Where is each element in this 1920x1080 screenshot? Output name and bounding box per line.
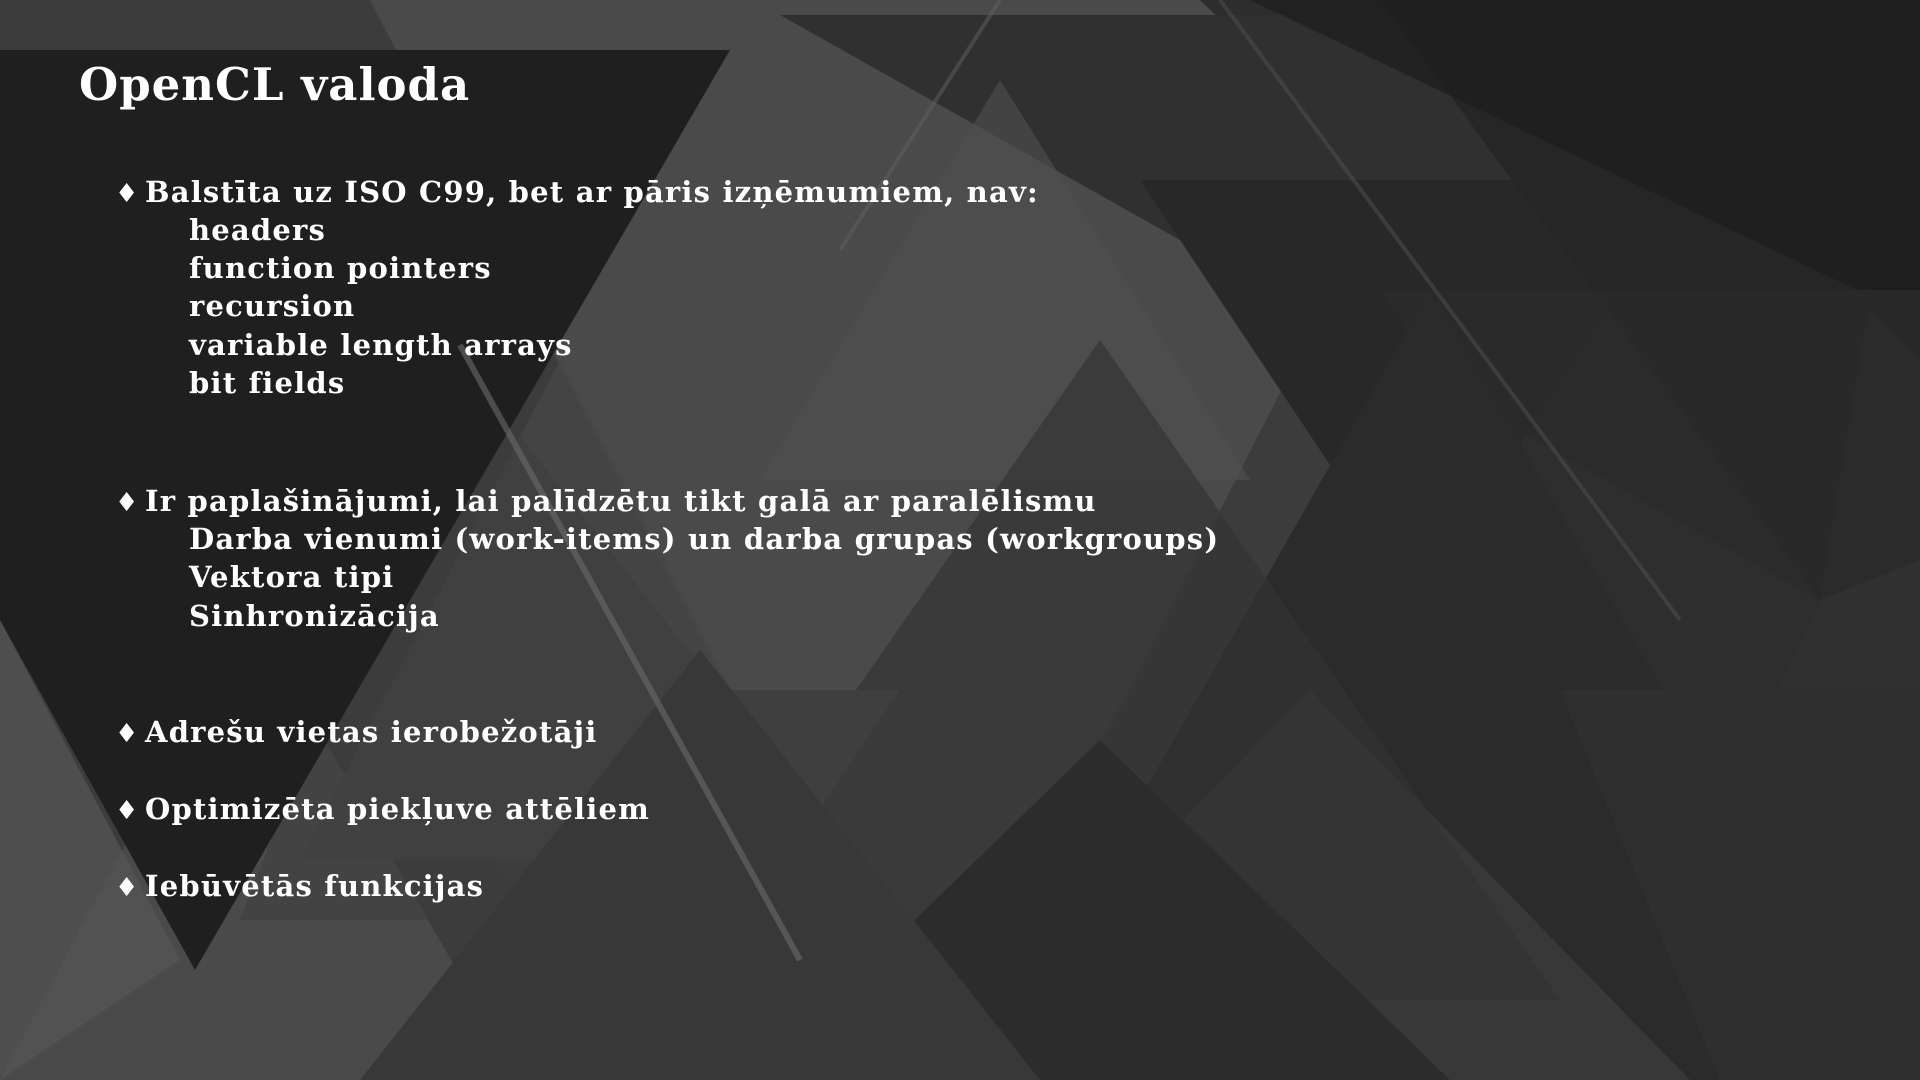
bullet-1: ♦ Balstīta uz ISO C99, bet ar pāris izņēm… [115, 173, 1039, 213]
bullet-3-text: Adrešu vietas ierobežotāji [145, 715, 598, 749]
bullet-1-subitem-1: headers [189, 213, 327, 247]
bullet-3: ♦ Adrešu vietas ierobežotāji [115, 713, 597, 753]
diamond-bullet-icon: ♦ [115, 719, 140, 749]
bullet-2-text: Ir paplašinājumi, lai palīdzētu tikt gal… [145, 484, 1097, 518]
bullet-4-text: Optimizēta piekļuve attēliem [145, 792, 650, 826]
bullet-5: ♦ Iebūvētās funkcijas [115, 867, 484, 907]
diamond-bullet-icon: ♦ [115, 873, 140, 903]
slide-title: OpenCL valoda [79, 58, 471, 111]
bullet-2-subitem-2: Vektora tipi [189, 560, 395, 594]
bullet-5-text: Iebūvētās funkcijas [145, 869, 485, 903]
bullet-1-subitem-5: bit fields [189, 366, 346, 400]
bullet-4: ♦ Optimizēta piekļuve attēliem [115, 790, 650, 830]
diamond-bullet-icon: ♦ [115, 796, 140, 826]
bullet-1-subitem-2: function pointers [189, 251, 492, 285]
slide: OpenCL valoda ♦ Balstīta uz ISO C99, bet … [0, 0, 1920, 1080]
bullet-1-subitem-3: recursion [189, 289, 356, 323]
bullet-2-subitem-3: Sinhronizācija [189, 599, 440, 633]
bullet-1-text: Balstīta uz ISO C99, bet ar pāris izņēmu… [145, 175, 1039, 209]
bullet-1-subitem-4: variable length arrays [189, 328, 573, 362]
bullet-2-subitem-1: Darba vienumi (work-items) un darba grup… [189, 522, 1220, 556]
bullet-2: ♦ Ir paplašinājumi, lai palīdzētu tikt ga… [115, 482, 1097, 522]
diamond-bullet-icon: ♦ [115, 488, 140, 518]
diamond-bullet-icon: ♦ [115, 179, 140, 209]
